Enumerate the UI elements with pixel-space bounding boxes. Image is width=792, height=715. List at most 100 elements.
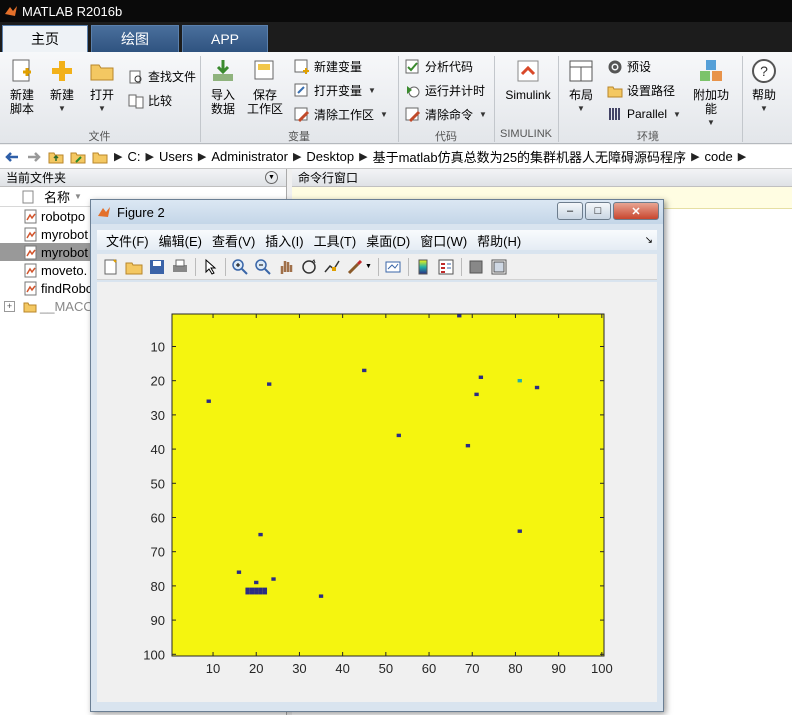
maximize-button[interactable]: □ [585, 202, 611, 220]
new-variable-icon [294, 59, 309, 74]
run-and-time-button[interactable]: 运行并计时 [405, 82, 485, 99]
svg-text:?: ? [760, 63, 768, 79]
tab-apps[interactable]: APP [182, 25, 268, 52]
m-file-icon [24, 281, 37, 295]
clear-workspace-button[interactable]: 清除工作区 ▼ [294, 106, 388, 123]
heatmap-cell [362, 368, 367, 373]
up-folder-icon[interactable] [48, 149, 64, 165]
import-data-label: 导入 数据 [210, 88, 235, 116]
save-icon[interactable] [148, 258, 166, 276]
chevron-down-icon[interactable]: ▼ [365, 263, 372, 270]
heatmap-cell [206, 399, 211, 403]
insert-colorbar-icon[interactable] [414, 258, 432, 276]
show-plot-tools-icon[interactable] [490, 258, 508, 276]
x-tick-label: 100 [591, 661, 613, 676]
dock-arrow-icon[interactable]: ↘ [645, 235, 653, 246]
simulink-icon [517, 60, 539, 82]
menu-edit[interactable]: 编辑(E) [159, 231, 202, 250]
clear-commands-button[interactable]: 清除命令 ▼ [405, 106, 487, 123]
clear-commands-label: 清除命令 [425, 108, 474, 122]
new-variable-button[interactable]: 新建变量 [294, 58, 362, 75]
analyze-code-button[interactable]: 分析代码 [405, 58, 473, 75]
figure-plot-area: 10 20 30 40 50 60 70 80 90 100 10 20 30 40 50 60 70 80 90 1… [97, 282, 657, 702]
menu-view[interactable]: 查看(V) [212, 231, 255, 250]
chevron-down-icon: ▼ [380, 110, 388, 119]
find-files-button[interactable]: 查找文件 [128, 68, 196, 85]
tab-plots[interactable]: 绘图 [91, 25, 179, 52]
zoom-out-icon[interactable] [254, 258, 272, 276]
file-name: myrobot [41, 226, 88, 242]
insert-legend-icon[interactable] [437, 258, 455, 276]
layout-button[interactable]: 布局 ▼ [566, 58, 596, 116]
hide-plot-tools-icon[interactable] [467, 258, 485, 276]
open-button[interactable]: 打开 ▼ [86, 58, 118, 116]
new-script-button[interactable]: 新建 脚本 [6, 58, 38, 116]
figure-window[interactable]: Figure 2 – □ ✕ 文件(F) 编辑(E) 查看(V) 插入(I) 工… [90, 199, 664, 712]
menu-insert[interactable]: 插入(I) [265, 231, 303, 250]
breadcrumb-item[interactable]: Administrator [211, 149, 288, 164]
save-workspace-icon [254, 60, 274, 80]
browse-folder-icon[interactable] [70, 149, 86, 165]
set-path-button[interactable]: 设置路径 [607, 82, 675, 99]
panel-menu-icon[interactable]: ▼ [265, 171, 278, 184]
breadcrumb-item[interactable]: 基于matlab仿真总数为25的集群机器人无障碍源码程序 [373, 147, 686, 166]
forward-arrow-icon[interactable] [26, 149, 42, 165]
plus-icon [52, 61, 72, 81]
minimize-button[interactable]: – [557, 202, 583, 220]
current-folder-address-bar[interactable]: ▶ C: ▶ Users ▶ Administrator ▶ Desktop ▶… [0, 145, 792, 169]
heatmap-cell [249, 591, 255, 595]
simulink-button[interactable]: Simulink [502, 58, 554, 102]
y-tick-label: 50 [151, 476, 165, 491]
open-file-icon[interactable] [125, 258, 143, 276]
x-tick-label: 60 [422, 661, 436, 676]
close-button[interactable]: ✕ [613, 202, 659, 220]
menu-window[interactable]: 窗口(W) [420, 231, 467, 250]
new-figure-icon[interactable] [102, 258, 120, 276]
preferences-button[interactable]: 预设 [607, 58, 651, 75]
maximize-icon: □ [594, 205, 602, 217]
menu-help[interactable]: 帮助(H) [477, 231, 521, 250]
folder-icon [23, 302, 37, 312]
data-cursor-icon[interactable] [323, 258, 341, 276]
tab-home[interactable]: 主页 [2, 25, 88, 52]
menu-tools[interactable]: 工具(T) [314, 231, 357, 250]
menu-desktop[interactable]: 桌面(D) [366, 231, 410, 250]
grid-map-chart[interactable]: 10 20 30 40 50 60 70 80 90 100 10 20 30 40 50 60 70 80 90 1… [97, 282, 657, 702]
back-arrow-icon[interactable] [4, 149, 20, 165]
heatmap-cell [271, 577, 276, 581]
heatmap-cell [254, 591, 259, 595]
edit-plot-pointer-icon[interactable] [201, 258, 219, 276]
import-data-button[interactable]: 导入 数据 [206, 58, 240, 116]
open-variable-button[interactable]: 打开变量 ▼ [294, 82, 376, 99]
breadcrumb-item[interactable]: Users [159, 149, 193, 164]
figure-toolbar: ▼ [97, 254, 657, 280]
heatmap-cell [465, 443, 471, 448]
heatmap-cell [254, 587, 259, 592]
x-tick-label: 40 [335, 661, 349, 676]
rotate-3d-icon[interactable] [300, 258, 318, 276]
y-tick-label: 70 [151, 545, 165, 560]
brush-icon[interactable] [346, 258, 364, 276]
link-plot-icon[interactable] [384, 258, 402, 276]
save-workspace-button[interactable]: 保存 工作区 [246, 58, 284, 116]
print-icon[interactable] [171, 258, 189, 276]
parallel-button[interactable]: Parallel ▼ [607, 106, 681, 122]
heatmap-cell [396, 433, 401, 438]
current-folder-header: 当前文件夹 ▼ [0, 169, 286, 187]
expand-icon[interactable]: + [4, 300, 15, 312]
pan-hand-icon[interactable] [277, 258, 295, 276]
group-label-file: 文件 [88, 131, 111, 143]
run-and-time-icon [407, 85, 420, 97]
zoom-in-icon[interactable] [231, 258, 249, 276]
heatmap-cell [262, 587, 268, 592]
breadcrumb-item[interactable]: code [705, 149, 733, 164]
breadcrumb-item[interactable]: C: [127, 149, 140, 164]
m-file-icon [24, 263, 37, 277]
menu-file[interactable]: 文件(F) [106, 231, 149, 250]
addons-button[interactable]: 附加功能 ▼ [688, 58, 734, 130]
help-button[interactable]: ? 帮助 ▼ [748, 58, 780, 116]
new-button[interactable]: 新建 ▼ [46, 58, 78, 116]
heatmap-cell [318, 594, 324, 598]
breadcrumb-item[interactable]: Desktop [306, 149, 354, 164]
compare-button[interactable]: 比较 [128, 92, 172, 109]
